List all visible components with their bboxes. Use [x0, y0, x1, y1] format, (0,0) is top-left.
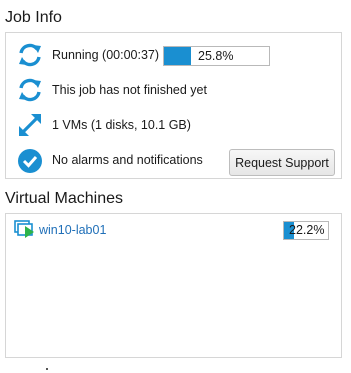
job-vms-row: 1 VMs (1 disks, 10.1 GB)	[6, 110, 341, 140]
virtual-machines-list: win10-lab01 22.2%	[5, 213, 342, 358]
vm-progress-label: 22.2%	[289, 223, 325, 237]
sync-icon	[16, 76, 44, 104]
vm-progress-bar: 22.2%	[283, 221, 329, 240]
job-progress-bar: 25.8%	[163, 46, 270, 66]
check-circle-icon	[16, 146, 44, 174]
job-finished-row: This job has not finished yet	[6, 75, 341, 105]
list-item[interactable]: win10-lab01 22.2%	[6, 219, 341, 241]
job-alarms-row: No alarms and notifications Request Supp…	[6, 145, 341, 176]
vm-running-icon	[14, 220, 36, 240]
job-alarms-text: No alarms and notifications	[52, 153, 203, 167]
request-support-button[interactable]: Request Support	[229, 149, 335, 176]
job-finished-text: This job has not finished yet	[52, 83, 207, 97]
expand-icon	[16, 111, 44, 139]
virtual-machines-title: Virtual Machines	[5, 190, 123, 207]
sync-icon	[16, 41, 44, 69]
job-vms-text: 1 VMs (1 disks, 10.1 GB)	[52, 118, 191, 132]
job-info-panel: Running (00:00:37) 25.8% This job has no…	[5, 32, 342, 179]
job-status-text: Running (00:00:37)	[52, 48, 160, 62]
job-status-row: Running (00:00:37) 25.8%	[6, 40, 341, 70]
job-progress-fill	[164, 47, 192, 65]
vm-name-link[interactable]: win10-lab01	[39, 222, 106, 238]
divider	[46, 368, 48, 370]
job-info-title: Job Info	[5, 9, 62, 26]
job-progress-label: 25.8%	[198, 49, 234, 63]
